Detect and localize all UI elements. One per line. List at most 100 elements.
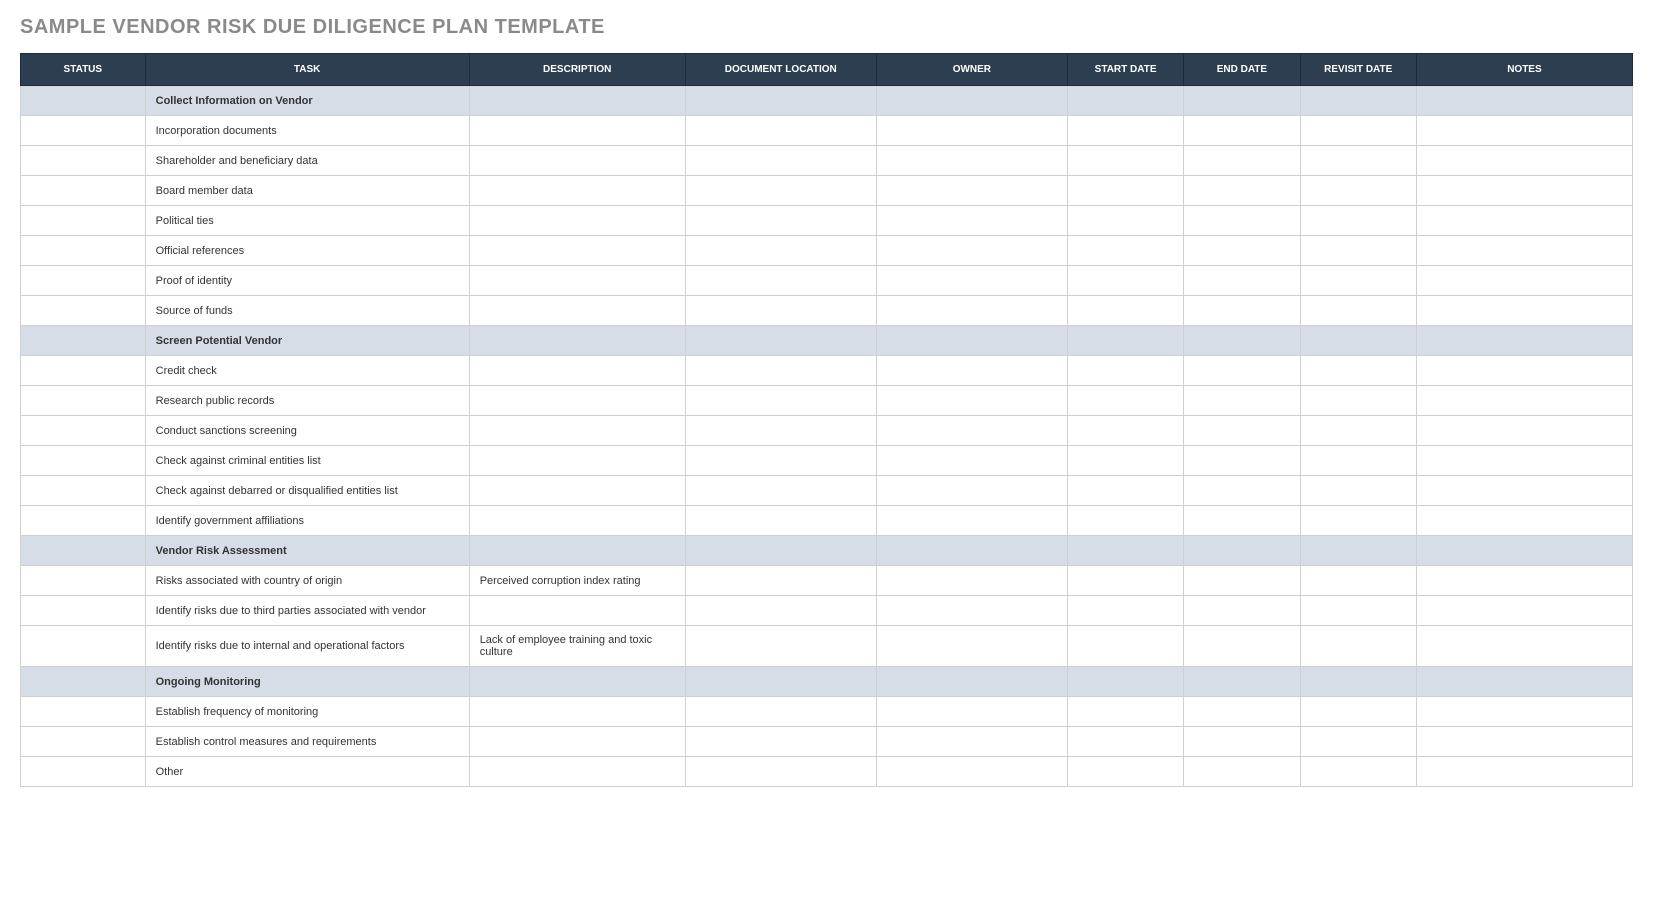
cell-task[interactable]: Incorporation documents <box>145 116 469 146</box>
cell-description[interactable] <box>469 727 685 757</box>
cell-start-date[interactable] <box>1067 356 1183 386</box>
cell-start-date[interactable] <box>1067 116 1183 146</box>
cell-status[interactable] <box>21 476 146 506</box>
cell-description[interactable] <box>469 176 685 206</box>
cell-status[interactable] <box>21 356 146 386</box>
cell-owner[interactable] <box>876 386 1067 416</box>
cell-start-date[interactable] <box>1067 536 1183 566</box>
cell-owner[interactable] <box>876 446 1067 476</box>
cell-description[interactable] <box>469 476 685 506</box>
cell-status[interactable] <box>21 596 146 626</box>
cell-description[interactable] <box>469 206 685 236</box>
cell-owner[interactable] <box>876 727 1067 757</box>
cell-notes[interactable] <box>1416 596 1632 626</box>
cell-owner[interactable] <box>876 536 1067 566</box>
cell-owner[interactable] <box>876 757 1067 787</box>
cell-start-date[interactable] <box>1067 626 1183 667</box>
cell-start-date[interactable] <box>1067 86 1183 116</box>
cell-description[interactable] <box>469 446 685 476</box>
cell-notes[interactable] <box>1416 206 1632 236</box>
cell-start-date[interactable] <box>1067 416 1183 446</box>
cell-status[interactable] <box>21 757 146 787</box>
cell-end-date[interactable] <box>1184 146 1300 176</box>
cell-start-date[interactable] <box>1067 697 1183 727</box>
cell-description[interactable] <box>469 296 685 326</box>
cell-document-location[interactable] <box>685 446 876 476</box>
cell-task[interactable]: Risks associated with country of origin <box>145 566 469 596</box>
cell-status[interactable] <box>21 296 146 326</box>
cell-description[interactable] <box>469 536 685 566</box>
cell-start-date[interactable] <box>1067 446 1183 476</box>
cell-status[interactable] <box>21 446 146 476</box>
cell-start-date[interactable] <box>1067 296 1183 326</box>
cell-notes[interactable] <box>1416 266 1632 296</box>
cell-notes[interactable] <box>1416 476 1632 506</box>
cell-owner[interactable] <box>876 326 1067 356</box>
cell-description[interactable] <box>469 416 685 446</box>
cell-status[interactable] <box>21 116 146 146</box>
cell-start-date[interactable] <box>1067 596 1183 626</box>
cell-description[interactable] <box>469 386 685 416</box>
cell-notes[interactable] <box>1416 176 1632 206</box>
cell-notes[interactable] <box>1416 236 1632 266</box>
cell-document-location[interactable] <box>685 536 876 566</box>
cell-status[interactable] <box>21 266 146 296</box>
cell-end-date[interactable] <box>1184 386 1300 416</box>
cell-notes[interactable] <box>1416 386 1632 416</box>
cell-notes[interactable] <box>1416 566 1632 596</box>
cell-end-date[interactable] <box>1184 326 1300 356</box>
cell-description[interactable] <box>469 86 685 116</box>
cell-description[interactable] <box>469 506 685 536</box>
cell-document-location[interactable] <box>685 596 876 626</box>
cell-revisit-date[interactable] <box>1300 416 1416 446</box>
cell-start-date[interactable] <box>1067 386 1183 416</box>
cell-end-date[interactable] <box>1184 727 1300 757</box>
cell-description[interactable] <box>469 697 685 727</box>
cell-revisit-date[interactable] <box>1300 667 1416 697</box>
cell-revisit-date[interactable] <box>1300 446 1416 476</box>
cell-document-location[interactable] <box>685 727 876 757</box>
cell-status[interactable] <box>21 697 146 727</box>
cell-description[interactable] <box>469 356 685 386</box>
cell-notes[interactable] <box>1416 727 1632 757</box>
cell-revisit-date[interactable] <box>1300 727 1416 757</box>
cell-notes[interactable] <box>1416 146 1632 176</box>
cell-notes[interactable] <box>1416 536 1632 566</box>
cell-notes[interactable] <box>1416 296 1632 326</box>
cell-notes[interactable] <box>1416 86 1632 116</box>
cell-revisit-date[interactable] <box>1300 116 1416 146</box>
cell-document-location[interactable] <box>685 626 876 667</box>
cell-document-location[interactable] <box>685 757 876 787</box>
cell-start-date[interactable] <box>1067 757 1183 787</box>
cell-task[interactable]: Identify risks due to third parties asso… <box>145 596 469 626</box>
cell-end-date[interactable] <box>1184 176 1300 206</box>
cell-revisit-date[interactable] <box>1300 266 1416 296</box>
cell-task[interactable]: Research public records <box>145 386 469 416</box>
cell-document-location[interactable] <box>685 356 876 386</box>
cell-description[interactable] <box>469 146 685 176</box>
cell-revisit-date[interactable] <box>1300 626 1416 667</box>
cell-status[interactable] <box>21 326 146 356</box>
cell-status[interactable] <box>21 626 146 667</box>
cell-owner[interactable] <box>876 86 1067 116</box>
cell-start-date[interactable] <box>1067 176 1183 206</box>
cell-status[interactable] <box>21 416 146 446</box>
cell-revisit-date[interactable] <box>1300 697 1416 727</box>
cell-notes[interactable] <box>1416 326 1632 356</box>
cell-notes[interactable] <box>1416 116 1632 146</box>
cell-status[interactable] <box>21 667 146 697</box>
cell-document-location[interactable] <box>685 476 876 506</box>
cell-task[interactable]: Source of funds <box>145 296 469 326</box>
cell-owner[interactable] <box>876 667 1067 697</box>
cell-task[interactable]: Proof of identity <box>145 266 469 296</box>
cell-start-date[interactable] <box>1067 146 1183 176</box>
cell-document-location[interactable] <box>685 146 876 176</box>
cell-task[interactable]: Political ties <box>145 206 469 236</box>
cell-owner[interactable] <box>876 506 1067 536</box>
cell-document-location[interactable] <box>685 296 876 326</box>
cell-revisit-date[interactable] <box>1300 476 1416 506</box>
cell-task[interactable]: Shareholder and beneficiary data <box>145 146 469 176</box>
cell-document-location[interactable] <box>685 386 876 416</box>
cell-revisit-date[interactable] <box>1300 236 1416 266</box>
cell-task[interactable]: Check against debarred or disqualified e… <box>145 476 469 506</box>
